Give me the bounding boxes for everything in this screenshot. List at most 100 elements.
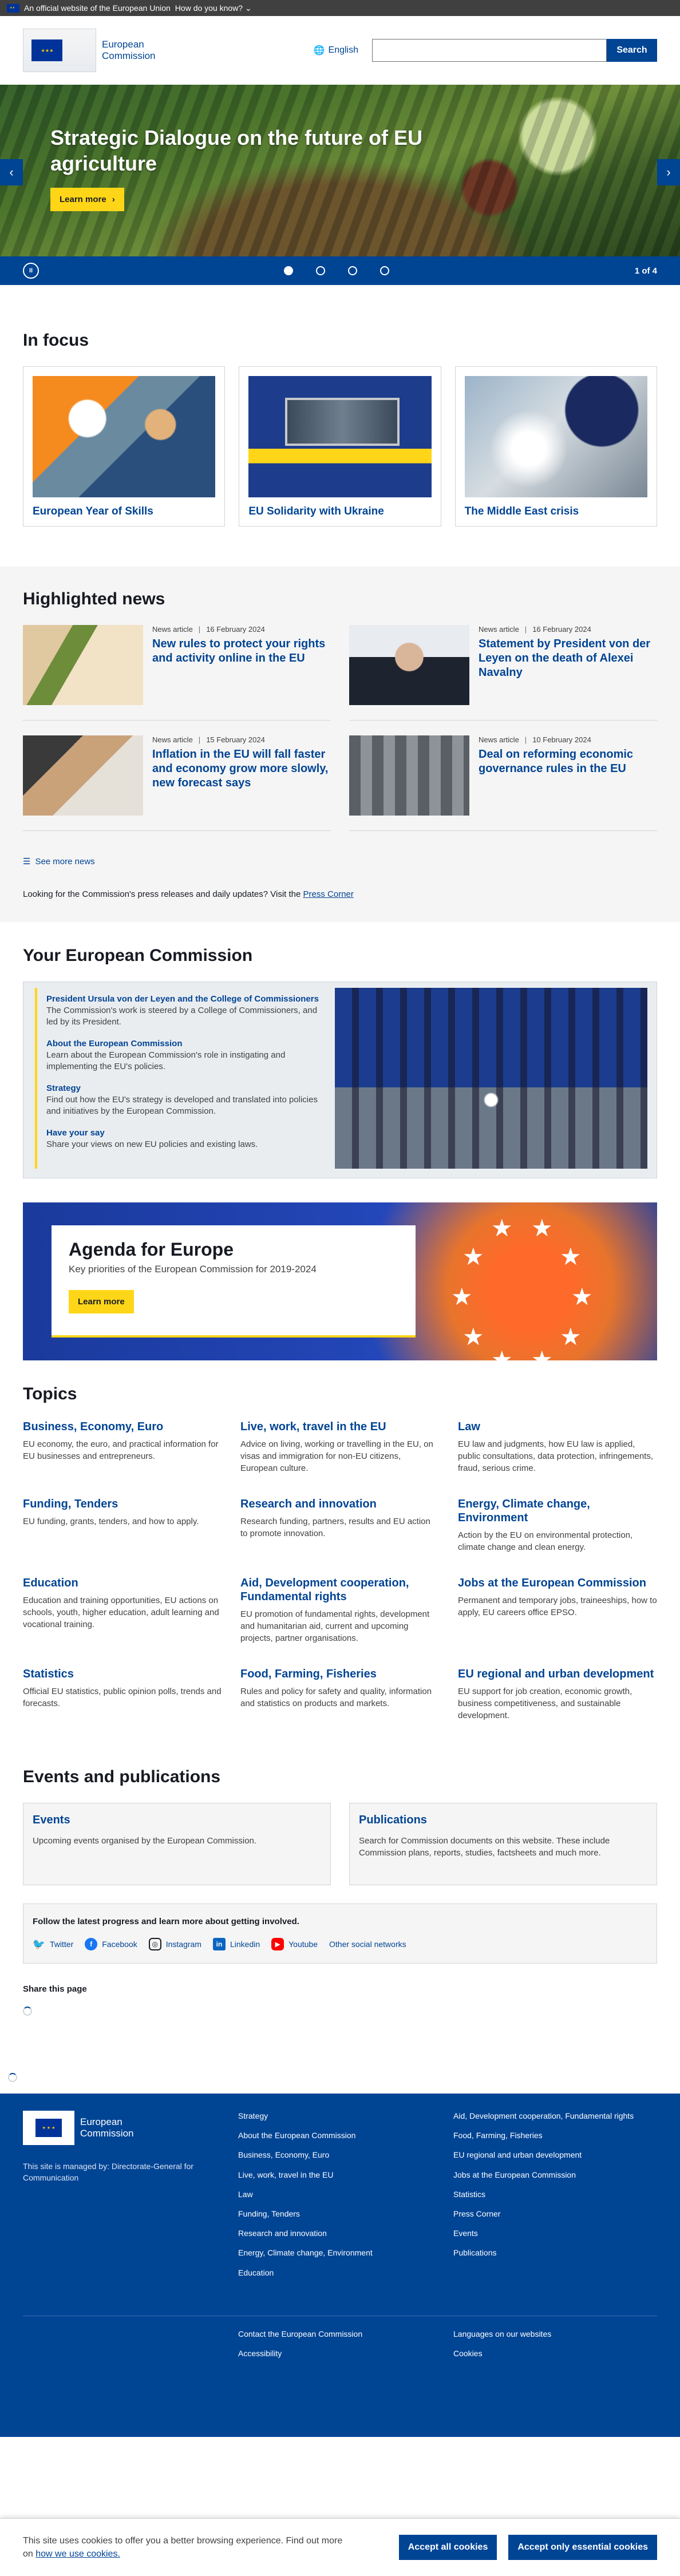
section-title: Topics — [23, 1384, 77, 1403]
focus-card-ukraine[interactable]: EU Solidarity with Ukraine — [239, 366, 441, 527]
footer-link[interactable]: Languages on our websites — [453, 2329, 551, 2338]
news-item[interactable]: News article | 16 February 2024 Statement … — [349, 625, 657, 721]
topic-item[interactable]: Research and innovation Research funding,… — [240, 1497, 440, 1553]
footer-link[interactable]: Energy, Climate change, Environment — [238, 2248, 373, 2257]
publications-card[interactable]: Publications Search for Commission docume… — [349, 1803, 657, 1885]
share-title: Share this page — [23, 1984, 87, 1994]
news-item[interactable]: News article | 10 February 2024 Deal on re… — [349, 735, 657, 831]
footer-link[interactable]: Food, Farming, Fisheries — [453, 2131, 543, 2140]
focus-image — [464, 376, 647, 497]
topic-item[interactable]: Food, Farming, Fisheries Rules and policy… — [240, 1667, 440, 1722]
other-social-link[interactable]: Other social networks — [329, 1940, 406, 1949]
social-media-box: Follow the latest progress and learn mor… — [23, 1904, 657, 1964]
how-do-you-know-dropdown[interactable]: How do you know? ⌄ — [175, 3, 252, 13]
linkedin-icon: in — [212, 1938, 226, 1950]
focus-card-skills[interactable]: European Year of Skills — [23, 366, 226, 527]
eu-flag-icon: ★ ★ ★ — [35, 2119, 62, 2137]
topic-item[interactable]: Statistics Official EU statistics, public… — [23, 1667, 222, 1722]
news-title[interactable]: Deal on reforming economic governance ru… — [479, 747, 657, 776]
ec-logo[interactable]: ★ ★ ★ European Commission — [23, 29, 156, 72]
footer-link[interactable]: About the European Commission — [238, 2131, 355, 2140]
carousel-next-button[interactable]: › — [657, 159, 680, 185]
agenda-learn-more-button[interactable]: Learn more — [69, 1290, 134, 1313]
footer-link[interactable]: Law — [238, 2190, 253, 2199]
news-item[interactable]: News article | 16 February 2024 New rules … — [23, 625, 331, 721]
footer-link[interactable]: Events — [453, 2229, 478, 2238]
topic-item[interactable]: Energy, Climate change, Environment Actio… — [458, 1497, 657, 1553]
language-selector[interactable]: 🌐 English — [314, 45, 358, 56]
news-title[interactable]: Inflation in the EU will fall faster and… — [152, 747, 331, 790]
footer-link[interactable]: EU regional and urban development — [453, 2150, 582, 2159]
topic-item[interactable]: EU regional and urban development EU supp… — [458, 1667, 657, 1722]
footer-link[interactable]: Aid, Development cooperation, Fundamenta… — [453, 2111, 634, 2120]
footer-link[interactable]: Live, work, travel in the EU — [238, 2170, 334, 2179]
facebook-icon: f — [85, 1938, 98, 1950]
ec-link-about[interactable]: About the European Commission Learn about… — [46, 1038, 321, 1073]
ec-link-president[interactable]: President Ursula von der Leyen and the C… — [46, 994, 321, 1028]
site-footer: ★ ★ ★ European Commission This site is ma… — [0, 2094, 680, 2437]
focus-card-middle-east[interactable]: The Middle East crisis — [454, 366, 657, 527]
footer-logo[interactable]: ★ ★ ★ European Commission — [23, 2111, 238, 2145]
focus-image — [248, 376, 432, 497]
cookie-text: This site uses cookies to offer you a be… — [23, 2535, 343, 2559]
topic-item[interactable]: Education Education and training opportun… — [23, 1576, 222, 1644]
cookie-policy-link[interactable]: how we use cookies. — [35, 2549, 120, 2559]
ec-link-have-your-say[interactable]: Have your say Share your views on new EU … — [46, 1127, 321, 1150]
topic-item[interactable]: Live, work, travel in the EU Advice on li… — [240, 1420, 440, 1474]
chevron-right-icon: › — [666, 165, 671, 179]
footer-link[interactable]: Contact the European Commission — [238, 2329, 362, 2338]
carousel-prev-button[interactable]: ‹ — [0, 159, 23, 185]
press-corner-link[interactable]: Press Corner — [303, 889, 354, 899]
footer-link[interactable]: Education — [238, 2268, 274, 2277]
hero-caption: Strategic Dialogue on the future of EU a… — [50, 125, 497, 211]
news-title[interactable]: New rules to protect your rights and act… — [152, 637, 331, 666]
footer-link[interactable]: Jobs at the European Commission — [453, 2170, 576, 2179]
footer-link[interactable]: Strategy — [238, 2111, 268, 2120]
facebook-link[interactable]: f Facebook — [85, 1938, 137, 1950]
topic-item[interactable]: Law EU law and judgments, how EU law is a… — [458, 1420, 657, 1474]
topic-item[interactable]: Business, Economy, Euro EU economy, the e… — [23, 1420, 222, 1474]
topic-item[interactable]: Funding, Tenders EU funding, grants, tend… — [23, 1497, 222, 1553]
footer-link[interactable]: Accessibility — [238, 2349, 282, 2358]
footer-link[interactable]: Statistics — [453, 2190, 485, 2199]
carousel-dot-3[interactable] — [348, 266, 358, 275]
linkedin-link[interactable]: in Linkedin — [212, 1938, 260, 1950]
highlighted-news-section: Highlighted news News article | 16 Februar… — [0, 567, 680, 922]
carousel-counter: 1 of 4 — [634, 266, 657, 276]
events-section: Events and publications Events Upcoming e… — [23, 1739, 657, 2033]
hero-learn-more-button[interactable]: Learn more › — [50, 188, 124, 211]
events-card[interactable]: Events Upcoming events organised by the E… — [23, 1803, 331, 1885]
pause-button[interactable]: II — [23, 263, 39, 279]
footer-link[interactable]: Funding, Tenders — [238, 2209, 300, 2218]
topic-item[interactable]: Jobs at the European Commission Permanent… — [458, 1576, 657, 1644]
footer-link[interactable]: Business, Economy, Euro — [238, 2150, 329, 2159]
footer-link[interactable]: Publications — [453, 2248, 497, 2257]
instagram-link[interactable]: ◎ Instagram — [148, 1938, 201, 1950]
ec-box: President Ursula von der Leyen and the C… — [23, 982, 657, 1178]
footer-link[interactable]: Research and innovation — [238, 2229, 327, 2238]
youtube-link[interactable]: ▶ Youtube — [271, 1938, 318, 1950]
your-ec-section: Your European Commission President Ursul… — [23, 922, 657, 1360]
globe-icon: 🌐 — [313, 46, 325, 56]
see-more-news-link[interactable]: ☰ See more news — [23, 856, 95, 867]
news-item[interactable]: News article | 15 February 2024 Inflation … — [23, 735, 331, 831]
loading-spinner-icon — [8, 2073, 17, 2082]
search-button[interactable]: Search — [607, 39, 657, 62]
accept-essential-cookies-button[interactable]: Accept only essential cookies — [508, 2535, 657, 2560]
search-input[interactable] — [372, 39, 607, 62]
footer-link[interactable]: Press Corner — [453, 2209, 500, 2218]
focus-card-title: European Year of Skills — [33, 505, 153, 517]
accept-all-cookies-button[interactable]: Accept all cookies — [398, 2535, 497, 2560]
hero-carousel: ‹ Strategic Dialogue on the future of EU… — [0, 85, 680, 256]
carousel-dot-4[interactable] — [380, 266, 390, 275]
ec-link-strategy[interactable]: Strategy Find out how the EU's strategy i… — [46, 1083, 321, 1117]
topic-item[interactable]: Aid, Development cooperation, Fundamenta… — [240, 1576, 440, 1644]
news-title[interactable]: Statement by President von der Leyen on … — [479, 637, 657, 680]
twitter-link[interactable]: 🐦 Twitter — [33, 1938, 73, 1950]
footer-link[interactable]: Cookies — [453, 2349, 483, 2358]
carousel-dot-1[interactable] — [284, 266, 294, 275]
eu-official-text: An official website of the European Unio… — [24, 3, 171, 13]
topics-section: Topics Business, Economy, Euro EU economy… — [23, 1360, 657, 1739]
carousel-dot-2[interactable] — [316, 266, 326, 275]
managed-by-text: This site is managed by: Directorate-Gen… — [23, 2162, 194, 2182]
